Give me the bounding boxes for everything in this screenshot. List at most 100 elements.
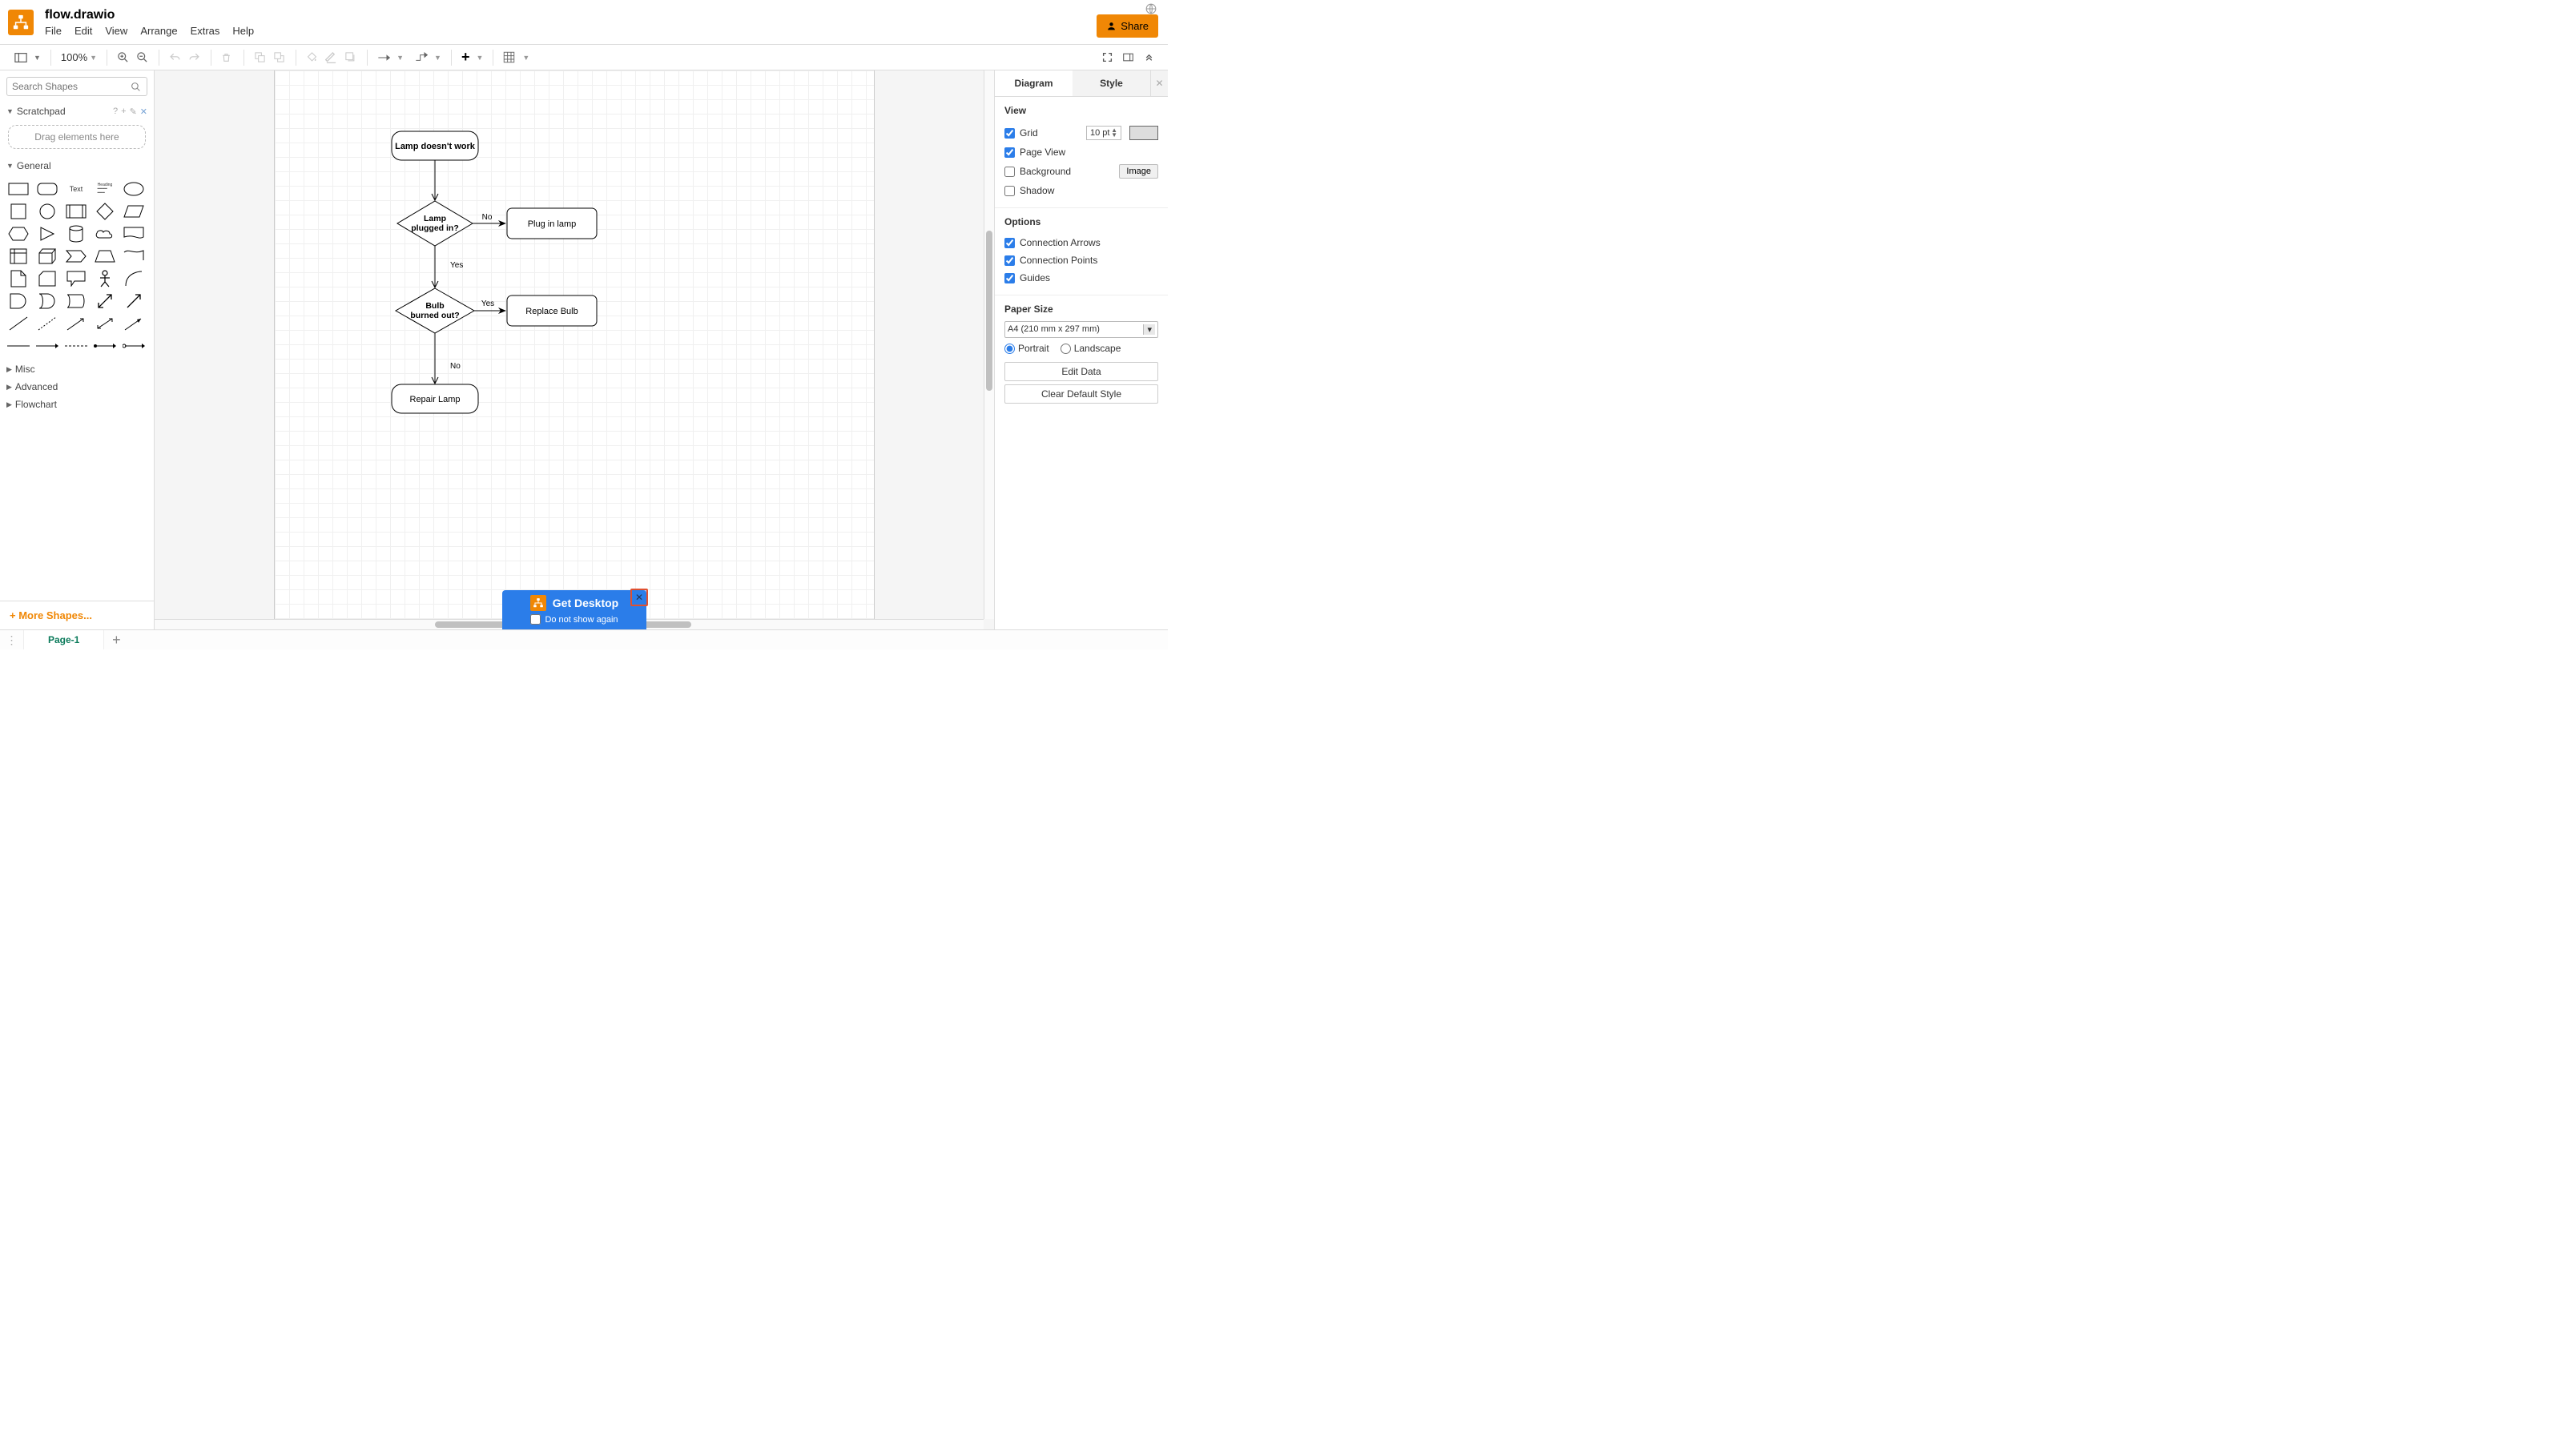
search-icon[interactable] — [131, 82, 141, 94]
shape-curve-segment[interactable] — [122, 269, 146, 288]
portrait-radio[interactable] — [1004, 344, 1015, 354]
shape-line-arrow1[interactable] — [64, 314, 88, 333]
page-tab-1[interactable]: Page-1 — [24, 630, 104, 649]
clear-style-button[interactable]: Clear Default Style — [1004, 384, 1158, 404]
conn-points-checkbox[interactable] — [1004, 255, 1015, 266]
edit-icon[interactable]: ✎ — [130, 107, 137, 117]
shape-line-arrow2[interactable] — [93, 314, 117, 333]
grid-checkbox[interactable] — [1004, 128, 1015, 139]
shape-circle[interactable] — [35, 202, 59, 221]
pages-menu-icon[interactable]: ⋮ — [0, 630, 24, 649]
shape-arrow-up[interactable] — [122, 291, 146, 311]
menu-edit[interactable]: Edit — [74, 25, 92, 37]
sidebar-toggle-icon[interactable] — [14, 51, 27, 64]
general-section[interactable]: ▼General — [0, 157, 154, 175]
promo-title[interactable]: Get Desktop — [553, 597, 618, 609]
edit-data-button[interactable]: Edit Data — [1004, 362, 1158, 381]
background-checkbox[interactable] — [1004, 167, 1015, 177]
shape-cube[interactable] — [35, 247, 59, 266]
promo-checkbox[interactable] — [530, 614, 541, 625]
scratchpad-section[interactable]: ▼Scratchpad ?+✎✕ — [0, 102, 154, 120]
papersize-select[interactable]: A4 (210 mm x 297 mm)▾ — [1004, 321, 1158, 338]
advanced-section[interactable]: ▶Advanced — [0, 378, 154, 396]
table-icon[interactable] — [503, 51, 516, 64]
waypoints-icon[interactable] — [415, 51, 428, 64]
shape-trapezoid[interactable] — [93, 247, 117, 266]
shape-rounded-rect[interactable] — [35, 179, 59, 199]
shape-note[interactable] — [6, 269, 30, 288]
connection-icon[interactable] — [377, 51, 390, 64]
shape-triangle[interactable] — [35, 224, 59, 243]
menu-help[interactable]: Help — [232, 25, 254, 37]
shape-actor[interactable] — [93, 269, 117, 288]
shape-step[interactable] — [64, 247, 88, 266]
diagram-page[interactable]: Lamp doesn't work Lamp plugged in? No Pl… — [274, 70, 875, 629]
format-panel-icon[interactable] — [1123, 51, 1136, 64]
file-title[interactable]: flow.drawio — [45, 8, 254, 22]
shape-card[interactable] — [35, 269, 59, 288]
menu-view[interactable]: View — [105, 25, 127, 37]
tab-diagram[interactable]: Diagram — [995, 70, 1073, 96]
line-color-icon[interactable] — [325, 51, 338, 64]
shape-text[interactable]: Text — [64, 179, 88, 199]
zoom-out-icon[interactable] — [136, 51, 149, 64]
shape-tape[interactable] — [122, 247, 146, 266]
shape-callout[interactable] — [64, 269, 88, 288]
zoom-select[interactable]: 100%▼ — [54, 51, 103, 63]
shape-cylinder[interactable] — [64, 224, 88, 243]
pageview-checkbox[interactable] — [1004, 147, 1015, 158]
shape-square[interactable] — [6, 202, 30, 221]
shape-ellipse[interactable] — [122, 179, 146, 199]
shape-line-dashed[interactable] — [35, 314, 59, 333]
canvas[interactable]: Lamp doesn't work Lamp plugged in? No Pl… — [155, 70, 994, 629]
shape-data-storage[interactable] — [64, 291, 88, 311]
shape-hline-dash[interactable] — [64, 336, 88, 356]
redo-icon[interactable] — [188, 51, 201, 64]
shape-hline-both[interactable] — [122, 336, 146, 356]
tab-style[interactable]: Style — [1073, 70, 1150, 96]
more-shapes-button[interactable]: + More Shapes... — [0, 601, 154, 629]
insert-icon[interactable]: + — [461, 51, 470, 64]
undo-icon[interactable] — [169, 51, 182, 64]
delete-icon[interactable] — [221, 51, 234, 64]
shape-hexagon[interactable] — [6, 224, 30, 243]
fill-color-icon[interactable] — [306, 51, 319, 64]
guides-checkbox[interactable] — [1004, 273, 1015, 283]
shadow-checkbox[interactable] — [1004, 186, 1015, 196]
zoom-in-icon[interactable] — [117, 51, 130, 64]
shape-process[interactable] — [64, 202, 88, 221]
shape-or[interactable] — [35, 291, 59, 311]
menu-file[interactable]: File — [45, 25, 62, 37]
shape-and[interactable] — [6, 291, 30, 311]
scrollbar-vertical[interactable] — [984, 70, 994, 619]
shape-internal-storage[interactable] — [6, 247, 30, 266]
collapse-icon[interactable] — [1144, 51, 1157, 64]
close-panel-icon[interactable]: ✕ — [1150, 70, 1168, 96]
shape-cloud[interactable] — [93, 224, 117, 243]
promo-close-button[interactable]: ✕ — [630, 589, 648, 606]
shape-parallelogram[interactable] — [122, 202, 146, 221]
share-button[interactable]: Share — [1097, 14, 1158, 38]
shape-arrow-bidir[interactable] — [93, 291, 117, 311]
flowchart-section[interactable]: ▶Flowchart — [0, 396, 154, 413]
shape-textbox[interactable]: Heading━━━━━━━ — [93, 179, 117, 199]
add-page-button[interactable]: + — [104, 630, 128, 649]
background-image-button[interactable]: Image — [1119, 164, 1158, 179]
menu-extras[interactable]: Extras — [191, 25, 220, 37]
shape-document[interactable] — [122, 224, 146, 243]
shape-hline-arrow[interactable] — [35, 336, 59, 356]
landscape-radio[interactable] — [1061, 344, 1071, 354]
add-icon[interactable]: + — [121, 107, 126, 117]
to-front-icon[interactable] — [254, 51, 267, 64]
to-back-icon[interactable] — [273, 51, 286, 64]
shape-hline[interactable] — [6, 336, 30, 356]
scratchpad-drop[interactable]: Drag elements here — [8, 125, 146, 149]
shape-line-solid[interactable] — [6, 314, 30, 333]
grid-size-input[interactable]: 10 pt▲▼ — [1086, 126, 1121, 140]
close-icon[interactable]: ✕ — [140, 107, 147, 117]
help-icon[interactable]: ? — [113, 107, 118, 117]
shape-line-arrow3[interactable] — [122, 314, 146, 333]
grid-color-swatch[interactable] — [1129, 126, 1158, 140]
conn-arrows-checkbox[interactable] — [1004, 238, 1015, 248]
shape-rectangle[interactable] — [6, 179, 30, 199]
